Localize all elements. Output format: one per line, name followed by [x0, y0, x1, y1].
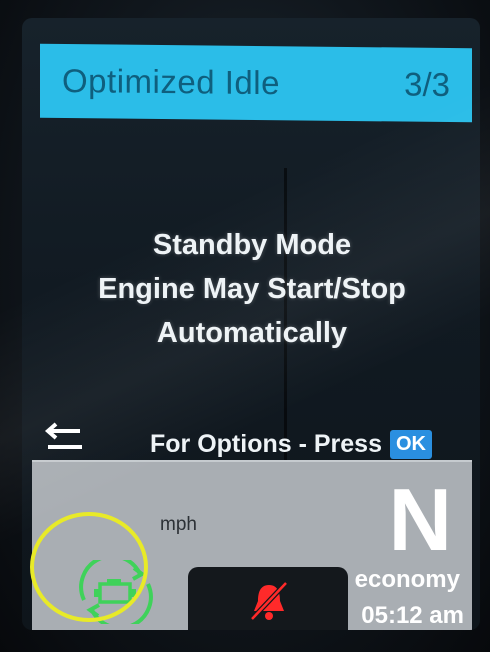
speed-unit: mph — [160, 514, 197, 535]
page-indicator: 3/3 — [404, 65, 450, 104]
warning-lamp-strip — [188, 567, 348, 630]
message-line-3: Automatically — [156, 317, 348, 349]
options-hint: For Options - Press OK — [150, 430, 432, 459]
seatbelt-bell-warning-icon — [250, 581, 288, 621]
page-title: Optimized Idle — [62, 61, 280, 102]
gear-indicator: N — [388, 470, 452, 569]
message-line-2: Engine May Start/Stop — [98, 273, 406, 305]
message-line-1: Standby Mode — [152, 229, 352, 261]
back-arrow-icon[interactable] — [44, 418, 88, 454]
highlight-ring — [30, 512, 148, 622]
options-label: For Options - Press — [150, 430, 382, 458]
drive-mode: economy — [354, 566, 460, 593]
standby-message: Standby Mode Engine May Start/Stop Autom… — [62, 223, 442, 355]
title-bar: Optimized Idle 3/3 — [40, 43, 472, 123]
ok-button[interactable]: OK — [389, 430, 432, 459]
clock: 05:12 am — [361, 602, 464, 629]
